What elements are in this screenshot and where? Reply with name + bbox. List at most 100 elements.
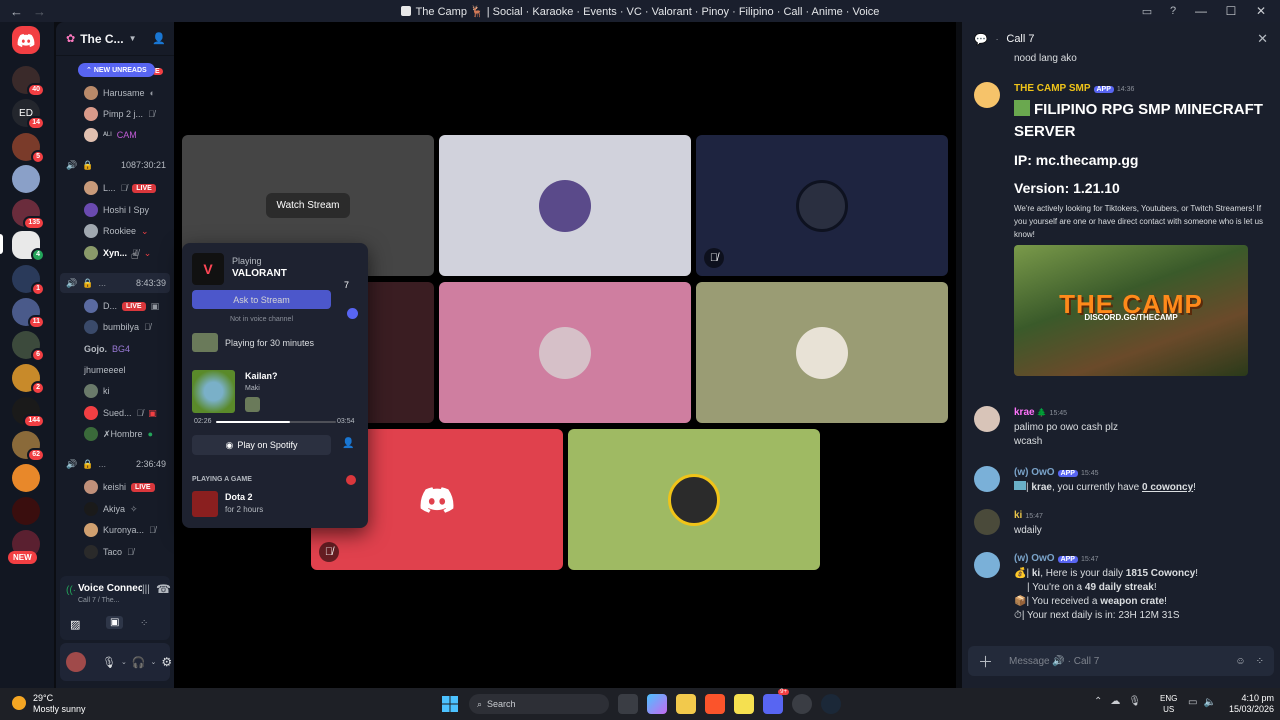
- new-servers-badge[interactable]: NEW: [8, 551, 37, 564]
- camera-off-icon[interactable]: ▨: [70, 618, 80, 631]
- task-view-icon[interactable]: [618, 694, 638, 714]
- voice-user[interactable]: Xyn... 🎙̸ ⌄: [60, 243, 170, 263]
- voice-user[interactable]: L... 🎙̸ LIVE: [60, 178, 170, 198]
- file-explorer-icon[interactable]: [676, 694, 696, 714]
- voice-user[interactable]: Hoshi I Spy: [60, 200, 170, 220]
- forward-arrow-icon[interactable]: →: [33, 4, 46, 19]
- server-icon[interactable]: 40: [12, 66, 45, 97]
- server-icon[interactable]: 5: [12, 133, 45, 164]
- noise-suppression-icon[interactable]: |||: [142, 584, 150, 595]
- network-icon[interactable]: ▭: [1188, 697, 1197, 708]
- language-indicator[interactable]: ENG US: [1160, 693, 1177, 715]
- voice-channel-3[interactable]: 🔊 🔒... 2:36:49: [60, 454, 170, 474]
- voice-user[interactable]: Harusame ◐: [60, 83, 170, 103]
- discord-home-icon[interactable]: [12, 26, 40, 54]
- listen-along-icon[interactable]: 👤: [342, 438, 354, 449]
- progress-track[interactable]: [216, 421, 336, 423]
- voice-user[interactable]: Sued... 🎙̸ ▣: [60, 403, 170, 423]
- discord-taskbar-icon[interactable]: 9+: [763, 689, 789, 714]
- server-icon[interactable]: 11: [12, 298, 45, 329]
- maximize-button[interactable]: ☐: [1218, 2, 1244, 20]
- user-avatar[interactable]: [974, 552, 1000, 578]
- user-avatar[interactable]: [974, 466, 1000, 492]
- user-avatar[interactable]: [66, 652, 86, 672]
- voice-user[interactable]: Rookiee ⌄: [60, 221, 170, 241]
- sticky-notes-icon[interactable]: [734, 694, 754, 714]
- username[interactable]: THE CAMP SMP: [1014, 83, 1091, 94]
- voice-channel-2[interactable]: 🔊 🔒... 8:43:39: [60, 273, 170, 293]
- microphone-icon[interactable]: 🎙: [102, 656, 116, 669]
- voice-user[interactable]: D... LIVE ▣: [60, 296, 170, 316]
- voice-channel-1[interactable]: 🔊 🔒 1087:30:21: [60, 155, 170, 175]
- chevron-down-icon[interactable]: ⌄: [121, 658, 127, 666]
- add-member-icon[interactable]: 👤: [152, 32, 166, 45]
- voice-user[interactable]: Pimp 2 j... 🎙̸: [60, 104, 170, 124]
- voice-user[interactable]: ✗Hombre ●: [60, 424, 170, 444]
- voice-user[interactable]: Akiya ✧: [60, 499, 170, 519]
- apps-icon[interactable]: ⁘: [1256, 656, 1264, 667]
- server-icon[interactable]: [12, 497, 40, 525]
- server-icon-the-camp[interactable]: 4: [12, 231, 45, 262]
- participant-tile[interactable]: [439, 282, 691, 423]
- headphones-icon[interactable]: 🎧: [132, 656, 146, 669]
- emoji-icon[interactable]: ☺: [1235, 656, 1245, 667]
- username[interactable]: (w) OwO: [1014, 467, 1055, 478]
- back-arrow-icon[interactable]: ←: [10, 4, 23, 19]
- voice-user[interactable]: Kuronya... 🎙̸: [60, 520, 170, 540]
- help-icon[interactable]: ?: [1162, 2, 1184, 20]
- chrome-icon[interactable]: [792, 694, 812, 714]
- user-avatar[interactable]: [974, 509, 1000, 535]
- username[interactable]: (w) OwO: [1014, 553, 1055, 564]
- server-icon[interactable]: 62: [12, 431, 45, 462]
- server-icon[interactable]: 6: [12, 331, 45, 362]
- server-icon[interactable]: ED 14: [12, 99, 45, 130]
- minimize-button[interactable]: —: [1188, 2, 1214, 20]
- weather-widget[interactable]: 29°C Mostly sunny: [33, 693, 86, 715]
- disconnect-icon[interactable]: ☎: [156, 582, 171, 596]
- mic-tray-icon[interactable]: 🎙: [1128, 696, 1141, 707]
- steam-icon[interactable]: [821, 694, 841, 714]
- server-icon[interactable]: 1: [12, 265, 45, 296]
- volume-icon[interactable]: 🔈: [1203, 697, 1215, 708]
- watch-stream-button[interactable]: Watch Stream: [265, 193, 351, 218]
- user-avatar[interactable]: [974, 406, 1000, 432]
- ask-to-stream-button[interactable]: Ask to Stream: [192, 290, 331, 309]
- voice-user[interactable]: keishi LIVE: [60, 477, 170, 497]
- participant-tile[interactable]: [439, 135, 691, 276]
- server-icon[interactable]: 135: [12, 199, 45, 230]
- server-icon[interactable]: [12, 464, 40, 492]
- voice-user[interactable]: ᴬᴸᴵ CAM: [60, 125, 170, 145]
- screen-share-icon[interactable]: ▣: [106, 616, 124, 629]
- server-header[interactable]: ✿ The C... ▼ 👤: [56, 22, 174, 56]
- new-unreads-pill[interactable]: ⌃ NEW UNREADS: [78, 63, 155, 77]
- message-composer[interactable]: ＋ Message 🔊 · Call 7 ☺ ⁘: [968, 646, 1274, 676]
- activities-icon[interactable]: ⁘: [140, 618, 148, 629]
- settings-gear-icon[interactable]: ⚙: [161, 655, 172, 669]
- inbox-icon[interactable]: ▭: [1136, 2, 1158, 20]
- username[interactable]: ki: [1014, 510, 1022, 521]
- participant-tile[interactable]: [568, 429, 820, 570]
- server-icon[interactable]: 2: [12, 364, 45, 395]
- user-avatar[interactable]: [974, 82, 1000, 108]
- tray-chevron-up-icon[interactable]: ⌃: [1094, 696, 1102, 707]
- chevron-down-icon[interactable]: ⌄: [151, 658, 157, 666]
- clock[interactable]: 4:10 pm 15/03/2026: [1222, 693, 1274, 715]
- server-icon[interactable]: [12, 165, 40, 193]
- server-icon[interactable]: 144: [12, 397, 45, 428]
- the-camp-banner-image[interactable]: THE CAMP DISCORD.GG/THECAMP: [1014, 245, 1248, 376]
- participant-tile[interactable]: [696, 282, 948, 423]
- message-input[interactable]: Message 🔊 · Call 7: [1009, 656, 1099, 667]
- close-window-button[interactable]: ✕: [1248, 2, 1274, 20]
- close-chat-icon[interactable]: ✕: [1257, 31, 1268, 47]
- copilot-icon[interactable]: [647, 694, 667, 714]
- voice-user[interactable]: bumbilya 🎙̸: [60, 317, 170, 337]
- voice-user[interactable]: ki: [60, 381, 170, 401]
- taskbar-search[interactable]: ⌕ Search: [469, 694, 609, 714]
- brave-browser-icon[interactable]: [705, 694, 725, 714]
- windows-start-icon[interactable]: [440, 694, 460, 714]
- add-attachment-icon[interactable]: ＋: [978, 651, 993, 672]
- voice-user[interactable]: Gojo. BG4: [60, 339, 170, 359]
- onedrive-icon[interactable]: ☁: [1110, 696, 1120, 707]
- username[interactable]: krae: [1014, 407, 1035, 418]
- voice-user[interactable]: jhumeeeel: [60, 360, 170, 380]
